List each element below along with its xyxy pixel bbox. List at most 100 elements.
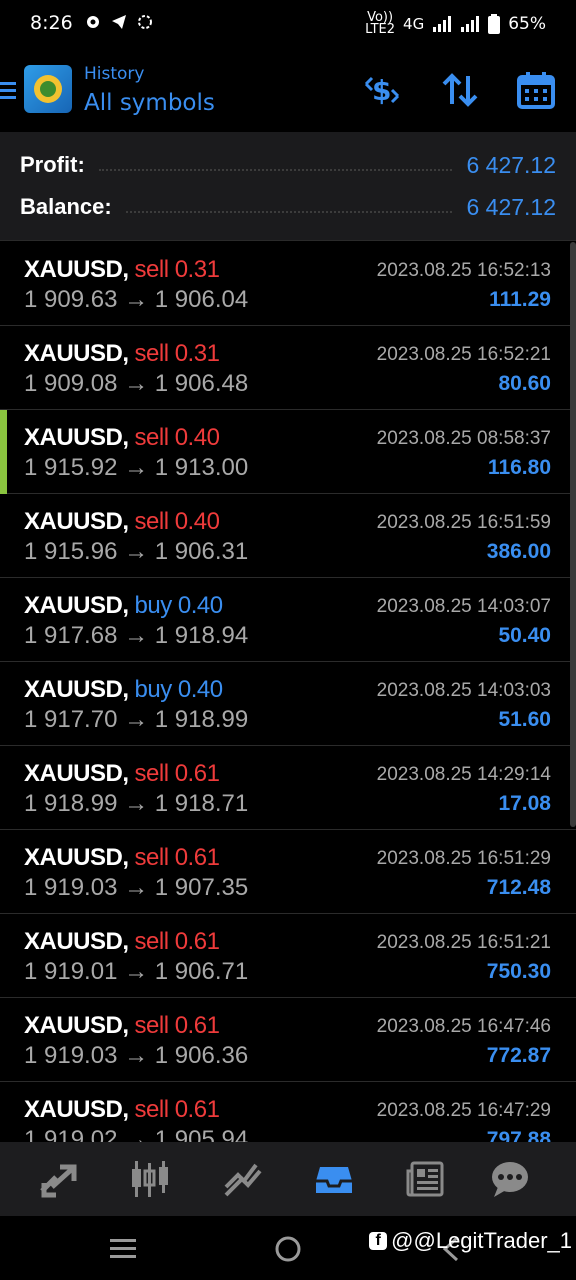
close-price: 1 905.94 (154, 1126, 249, 1142)
chat-icon[interactable] (486, 1156, 534, 1202)
trade-side: sell 0.61 (134, 760, 220, 787)
trade-icon[interactable] (218, 1156, 266, 1202)
scrollbar[interactable] (570, 242, 576, 827)
trade-profit: 50.40 (498, 624, 551, 647)
trade-time: 2023.08.25 08:58:37 (376, 428, 551, 449)
open-price: 1 909.08 (24, 370, 118, 397)
trade-profit: 712.48 (486, 876, 551, 899)
arrow-right-icon: → (124, 454, 149, 481)
trade-time: 2023.08.25 14:29:14 (376, 764, 551, 785)
trade-profit: 80.60 (498, 372, 551, 395)
history-icon[interactable] (310, 1156, 358, 1202)
sort-icon[interactable] (440, 70, 480, 110)
open-price: 1 915.96 (24, 538, 118, 565)
profit-row: Profit: 6 427.12 (20, 147, 556, 183)
battery-icon (488, 14, 501, 34)
network-type: 4G (403, 15, 425, 33)
quotes-icon[interactable] (34, 1156, 82, 1202)
svg-text:$: $ (372, 74, 391, 107)
trade-row[interactable]: XAUUSD, buy 0.40 1 917.70 → 1 918.99 2023… (0, 662, 576, 746)
currency-exchange-icon[interactable]: $ (362, 70, 402, 110)
gear-icon (87, 16, 99, 28)
dotted-leader (98, 159, 453, 171)
trade-row[interactable]: XAUUSD, sell 0.31 1 909.08 → 1 906.48 202… (0, 326, 576, 410)
trade-row[interactable]: XAUUSD, sell 0.31 1 909.63 → 1 906.04 202… (0, 242, 576, 326)
trade-prices: 1 917.68 → 1 918.94 (24, 622, 248, 650)
chart-icon[interactable] (126, 1156, 174, 1202)
account-summary: Profit: 6 427.12 Balance: 6 427.12 (0, 132, 576, 241)
arrow-right-icon: → (124, 790, 149, 817)
trade-time: 2023.08.25 16:52:13 (376, 260, 551, 281)
home-icon[interactable] (275, 1236, 301, 1262)
trade-side: sell 0.40 (134, 508, 220, 535)
trade-prices: 1 919.01 → 1 906.71 (24, 958, 248, 986)
trade-row[interactable]: XAUUSD, sell 0.40 1 915.96 → 1 906.31 202… (0, 494, 576, 578)
arrow-right-icon: → (124, 1126, 149, 1142)
trade-row[interactable]: XAUUSD, sell 0.61 1 919.01 → 1 906.71 202… (0, 914, 576, 998)
trade-symbol: XAUUSD, sell 0.61 (24, 844, 220, 871)
trade-row[interactable]: XAUUSD, sell 0.61 1 919.02 → 1 905.94 202… (0, 1082, 576, 1142)
close-price: 1 906.48 (154, 370, 249, 397)
trade-history-list[interactable]: XAUUSD, sell 0.31 1 909.63 → 1 906.04 202… (0, 242, 576, 1142)
trade-time: 2023.08.25 14:03:03 (376, 680, 551, 701)
trade-profit: 51.60 (498, 708, 551, 731)
news-icon[interactable] (402, 1156, 450, 1202)
open-price: 1 919.03 (24, 874, 118, 901)
profit-value: 6 427.12 (466, 151, 556, 178)
trade-symbol: XAUUSD, sell 0.31 (24, 340, 220, 367)
trade-profit: 111.29 (489, 288, 551, 311)
trade-row[interactable]: XAUUSD, buy 0.40 1 917.68 → 1 918.94 2023… (0, 578, 576, 662)
trade-row[interactable]: XAUUSD, sell 0.40 1 915.92 → 1 913.00 202… (0, 410, 576, 494)
trade-prices: 1 919.03 → 1 907.35 (24, 874, 248, 902)
signal-icon (433, 16, 452, 32)
sync-icon (138, 15, 152, 29)
trade-side: sell 0.61 (134, 1096, 220, 1123)
arrow-right-icon: → (124, 286, 149, 313)
trade-row[interactable]: XAUUSD, sell 0.61 1 919.03 → 1 907.35 202… (0, 830, 576, 914)
trade-side: sell 0.31 (134, 256, 220, 283)
trade-prices: 1 909.08 → 1 906.48 (24, 370, 248, 398)
trade-symbol: XAUUSD, sell 0.31 (24, 256, 220, 283)
trade-symbol: XAUUSD, sell 0.40 (24, 424, 220, 451)
trade-time: 2023.08.25 16:51:59 (376, 512, 551, 533)
status-bar: 8:26 Vo)) LTE2 4G 65% (0, 0, 576, 48)
trade-prices: 1 918.99 → 1 918.71 (24, 790, 248, 818)
bottom-navigation (0, 1142, 576, 1216)
trade-time: 2023.08.25 16:52:21 (376, 344, 551, 365)
close-price: 1 906.31 (154, 538, 249, 565)
trade-time: 2023.08.25 16:47:46 (376, 1016, 551, 1037)
page-title[interactable]: All symbols (84, 90, 215, 116)
battery-percent: 65% (508, 14, 546, 34)
trade-symbol: XAUUSD, sell 0.61 (24, 928, 220, 955)
arrow-right-icon: → (124, 1042, 149, 1069)
trade-row[interactable]: XAUUSD, sell 0.61 1 918.99 → 1 918.71 202… (0, 746, 576, 830)
signal-icon-2 (461, 16, 480, 32)
trade-prices: 1 909.63 → 1 906.04 (24, 286, 248, 314)
arrow-right-icon: → (124, 538, 149, 565)
trade-profit: 797.88 (486, 1128, 551, 1142)
open-price: 1 909.63 (24, 286, 118, 313)
trade-prices: 1 915.96 → 1 906.31 (24, 538, 248, 566)
trade-prices: 1 917.70 → 1 918.99 (24, 706, 248, 734)
trade-prices: 1 915.92 → 1 913.00 (24, 454, 248, 482)
trade-side: sell 0.61 (134, 844, 220, 871)
menu-icon[interactable] (0, 80, 16, 102)
recent-apps-icon[interactable] (110, 1238, 136, 1258)
balance-row: Balance: 6 427.12 (20, 189, 556, 225)
trade-profit: 116.80 (487, 456, 551, 479)
calendar-icon[interactable] (516, 70, 556, 110)
open-price: 1 918.99 (24, 790, 118, 817)
trade-profit: 386.00 (486, 540, 551, 563)
trade-symbol: XAUUSD, sell 0.61 (24, 1096, 220, 1123)
arrow-right-icon: → (124, 622, 149, 649)
trade-row[interactable]: XAUUSD, sell 0.61 1 919.03 → 1 906.36 202… (0, 998, 576, 1082)
open-price: 1 917.70 (24, 706, 118, 733)
app-bar: History All symbols $ (0, 48, 576, 132)
trade-symbol: XAUUSD, sell 0.61 (24, 1012, 220, 1039)
app-logo (24, 65, 72, 113)
open-price: 1 919.01 (24, 958, 118, 985)
page-subtitle: History (84, 64, 145, 84)
balance-label: Balance: (20, 194, 112, 219)
volte-indicator: Vo)) LTE2 (365, 10, 396, 37)
arrow-right-icon: → (124, 958, 149, 985)
